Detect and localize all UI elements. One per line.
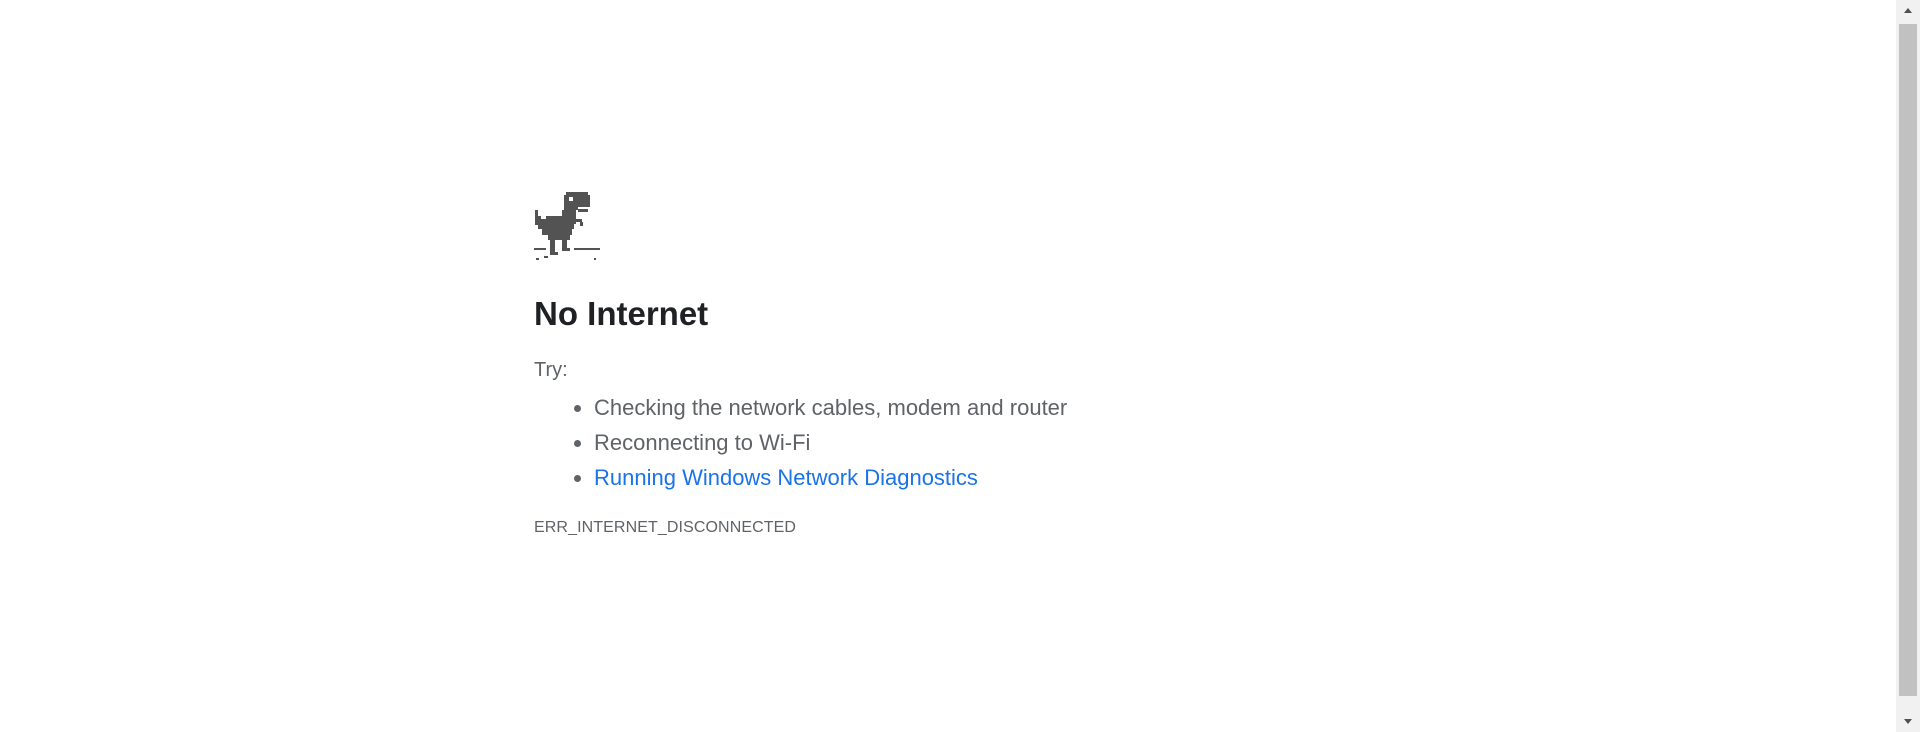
scroll-thumb[interactable] — [1899, 24, 1917, 696]
suggestion-list: Checking the network cables, modem and r… — [534, 390, 1534, 495]
scroll-down-button[interactable] — [1896, 712, 1920, 732]
offline-dino-icon[interactable] — [534, 192, 600, 262]
error-code: ERR_INTERNET_DISCONNECTED — [534, 518, 797, 536]
suggestion-check-cables: Checking the network cables, modem and r… — [594, 390, 1534, 425]
network-diagnostics-link[interactable]: Running Windows Network Diagnostics — [594, 465, 978, 490]
try-label: Try: — [534, 358, 568, 381]
suggestion-diagnostics: Running Windows Network Diagnostics — [594, 460, 1534, 495]
chevron-down-icon — [1904, 719, 1912, 724]
page-title: No Internet — [534, 295, 709, 332]
suggestion-reconnect-wifi: Reconnecting to Wi-Fi — [594, 425, 1534, 460]
vertical-scrollbar[interactable] — [1896, 0, 1920, 732]
error-page: No Internet Try: Checking the network ca… — [0, 0, 1920, 732]
main-content: No Internet Try: Checking the network ca… — [534, 192, 1534, 537]
scroll-up-button[interactable] — [1896, 0, 1920, 20]
chevron-up-icon — [1904, 8, 1912, 13]
